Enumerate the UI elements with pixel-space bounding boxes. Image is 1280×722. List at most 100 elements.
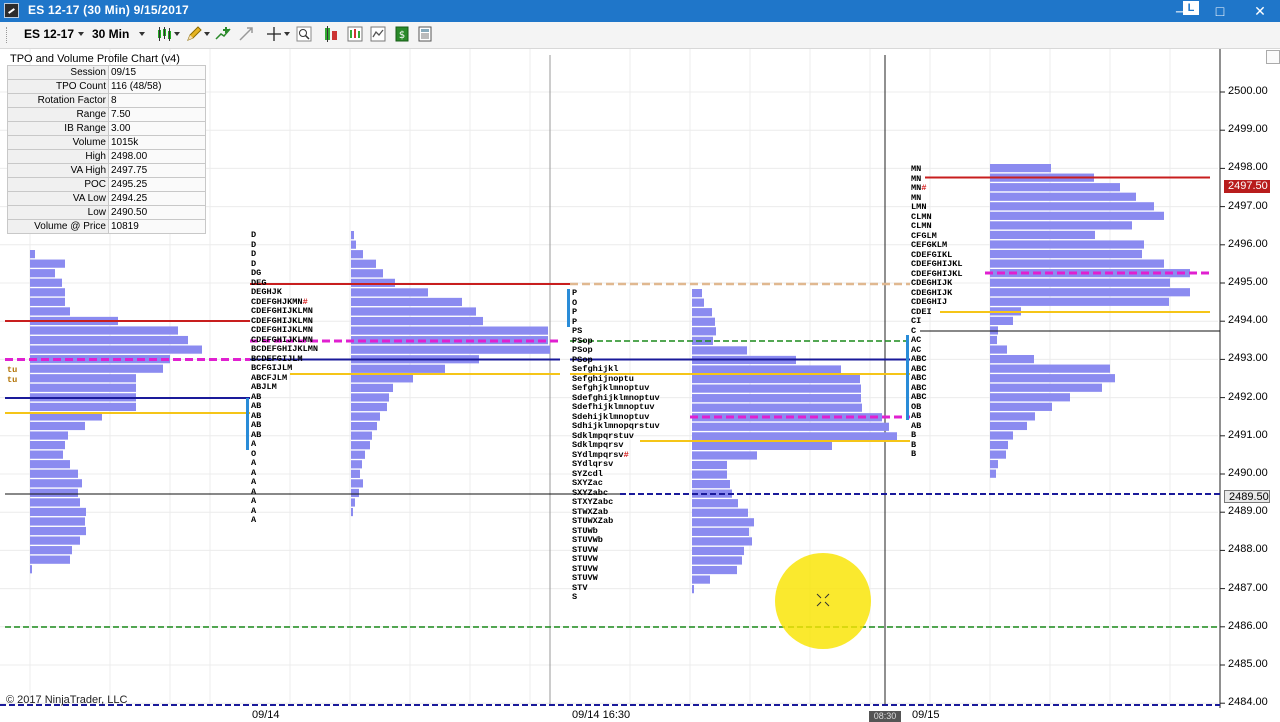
volume-profile-bar-0914b [351, 479, 363, 488]
svg-text:$: $ [399, 30, 405, 41]
volume-profile-bar-0914b [351, 469, 360, 478]
volume-profile-bar-0914a [30, 565, 32, 574]
ninjatrader-app-icon [4, 3, 19, 18]
interval-selector[interactable]: 30 Min [92, 27, 129, 41]
volume-profile-bar-0914c [692, 432, 897, 441]
volume-profile-bar-0914b [351, 507, 353, 517]
stats-value: 7.50 [108, 107, 206, 122]
volume-profile-bar-0915 [990, 183, 1120, 192]
volume-profile-bar-0914b [351, 441, 370, 450]
volume-profile-bar-0914c [692, 508, 748, 517]
properties-icon[interactable] [370, 26, 386, 42]
volume-profile-bar-0914c [692, 527, 749, 536]
panel-scroll-button[interactable] [1266, 50, 1280, 64]
minimize-button[interactable]: ─ [1166, 0, 1196, 22]
volume-profile-bar-0914a [30, 488, 78, 497]
volume-profile-bar-0914c [692, 346, 747, 355]
price-tick-label: 2488.00 [1228, 543, 1268, 556]
stats-row: High 2498.00 [7, 149, 206, 164]
instrument-dropdown-icon[interactable] [78, 32, 84, 36]
volume-profile-bar-0914b [351, 383, 393, 392]
initial-balance-bar-0914 [246, 398, 249, 450]
copyright-text: © 2017 NinjaTrader, LLC [6, 694, 128, 706]
tpo-row: P [572, 307, 578, 317]
volume-profile-bar-0914c [692, 384, 861, 393]
volume-profile-bar-0914c [692, 546, 744, 556]
pencil-draw-icon[interactable] [186, 26, 202, 42]
tpo-row: AB [251, 391, 262, 402]
stats-value: 2490.50 [108, 205, 206, 220]
tpo-row: P [572, 288, 578, 298]
tpo-row: AB [251, 401, 262, 411]
volume-profile-bar-0914b [351, 297, 462, 307]
volume-profile-bar-0914b [351, 488, 359, 498]
close-button[interactable]: ✕ [1245, 0, 1275, 22]
volume-profile-bar-0914a [30, 297, 65, 306]
data-box-icon[interactable]: $ [394, 26, 410, 42]
add-indicator-icon[interactable] [215, 26, 231, 42]
volume-profile-bar-0914a [30, 364, 163, 373]
volume-profile-bar-0915 [990, 326, 998, 335]
instrument-selector[interactable]: ES 12-17 [24, 27, 74, 41]
price-tick-label: 2485.00 [1228, 658, 1268, 670]
volume-profile-bar-0914a [30, 307, 70, 316]
price-tick-label: 2484.00 [1228, 696, 1268, 709]
volume-profile-bar-0914b [351, 307, 476, 316]
chart-trader-icon[interactable] [347, 26, 363, 42]
volume-profile-bar-0914a [30, 250, 35, 259]
bar-type-icon[interactable] [324, 26, 340, 42]
volume-profile-bar-0915 [990, 393, 1070, 402]
current-price-marker: 2497.50 [1224, 180, 1270, 193]
price-tick-label: 2487.00 [1228, 581, 1268, 594]
crosshair-icon[interactable] [266, 26, 282, 42]
volume-profile-bar-0915 [990, 374, 1115, 383]
tpo-row: B [911, 430, 917, 440]
volume-profile-bar-0915 [990, 259, 1164, 268]
tpo-row: A [251, 486, 257, 497]
volume-profile-bar-0914c [692, 308, 712, 317]
zoom-icon[interactable] [296, 26, 312, 42]
volume-profile-bar-0914a [30, 469, 78, 478]
price-tick-label: 2489.00 [1228, 505, 1268, 518]
stats-value: 09/15 [108, 65, 206, 80]
window-title: ES 12-17 (30 Min) 9/15/2017 [28, 3, 189, 17]
tpo-row: D [251, 239, 257, 250]
stats-label: POC [7, 177, 109, 192]
volume-profile-bar-0915 [990, 249, 1142, 259]
volume-profile-bar-0914c [692, 585, 694, 594]
maximize-button[interactable]: □ [1205, 0, 1235, 22]
stats-row: Rotation Factor 8 [7, 93, 206, 108]
stats-value: 2498.00 [108, 149, 206, 164]
drawing-tools-dropdown-icon[interactable] [204, 32, 210, 36]
stats-label: IB Range [7, 121, 109, 136]
x-label-0915: 09/15 [912, 709, 940, 721]
volume-profile-bar-0914c [692, 317, 715, 326]
tpo-row: B [911, 449, 917, 459]
crosshair-dropdown-icon[interactable] [284, 32, 290, 36]
stats-label: Volume @ Price [7, 219, 109, 234]
stats-row: Range 7.50 [7, 107, 206, 122]
candlestick-icon[interactable] [156, 26, 172, 42]
volume-profile-bar-0914c [692, 537, 752, 546]
volume-profile-bar-0915 [990, 355, 1034, 364]
volume-profile-bar-0915 [990, 364, 1110, 373]
interval-dropdown-icon[interactable] [139, 32, 145, 36]
strategy-icon[interactable] [238, 26, 254, 42]
window-titlebar[interactable]: ES 12-17 (30 Min) 9/15/2017 L ─ □ ✕ [0, 0, 1280, 22]
price-tick-label: 2486.00 [1228, 619, 1268, 632]
initial-balance-bar-0915 [906, 335, 909, 420]
chart-style-dropdown-icon[interactable] [174, 32, 180, 36]
volume-profile-bar-0914b [351, 240, 356, 249]
volume-profile-bar-0914c [692, 289, 702, 298]
x-label-0914: 09/14 [252, 709, 280, 721]
volume-profile-bar-0914a [30, 546, 72, 555]
volume-profile-bar-0915 [990, 297, 1169, 306]
volume-profile-bar-0914c [692, 374, 860, 384]
volume-profile-bar-0914c [692, 451, 757, 460]
volume-profile-bar-0914a [30, 383, 136, 392]
stats-row: Session 09/15 [7, 65, 206, 80]
stats-label: Session [7, 65, 109, 80]
stats-label: Volume [7, 135, 109, 150]
stats-label: Rotation Factor [7, 93, 109, 108]
window-linking-icon[interactable] [417, 26, 433, 42]
